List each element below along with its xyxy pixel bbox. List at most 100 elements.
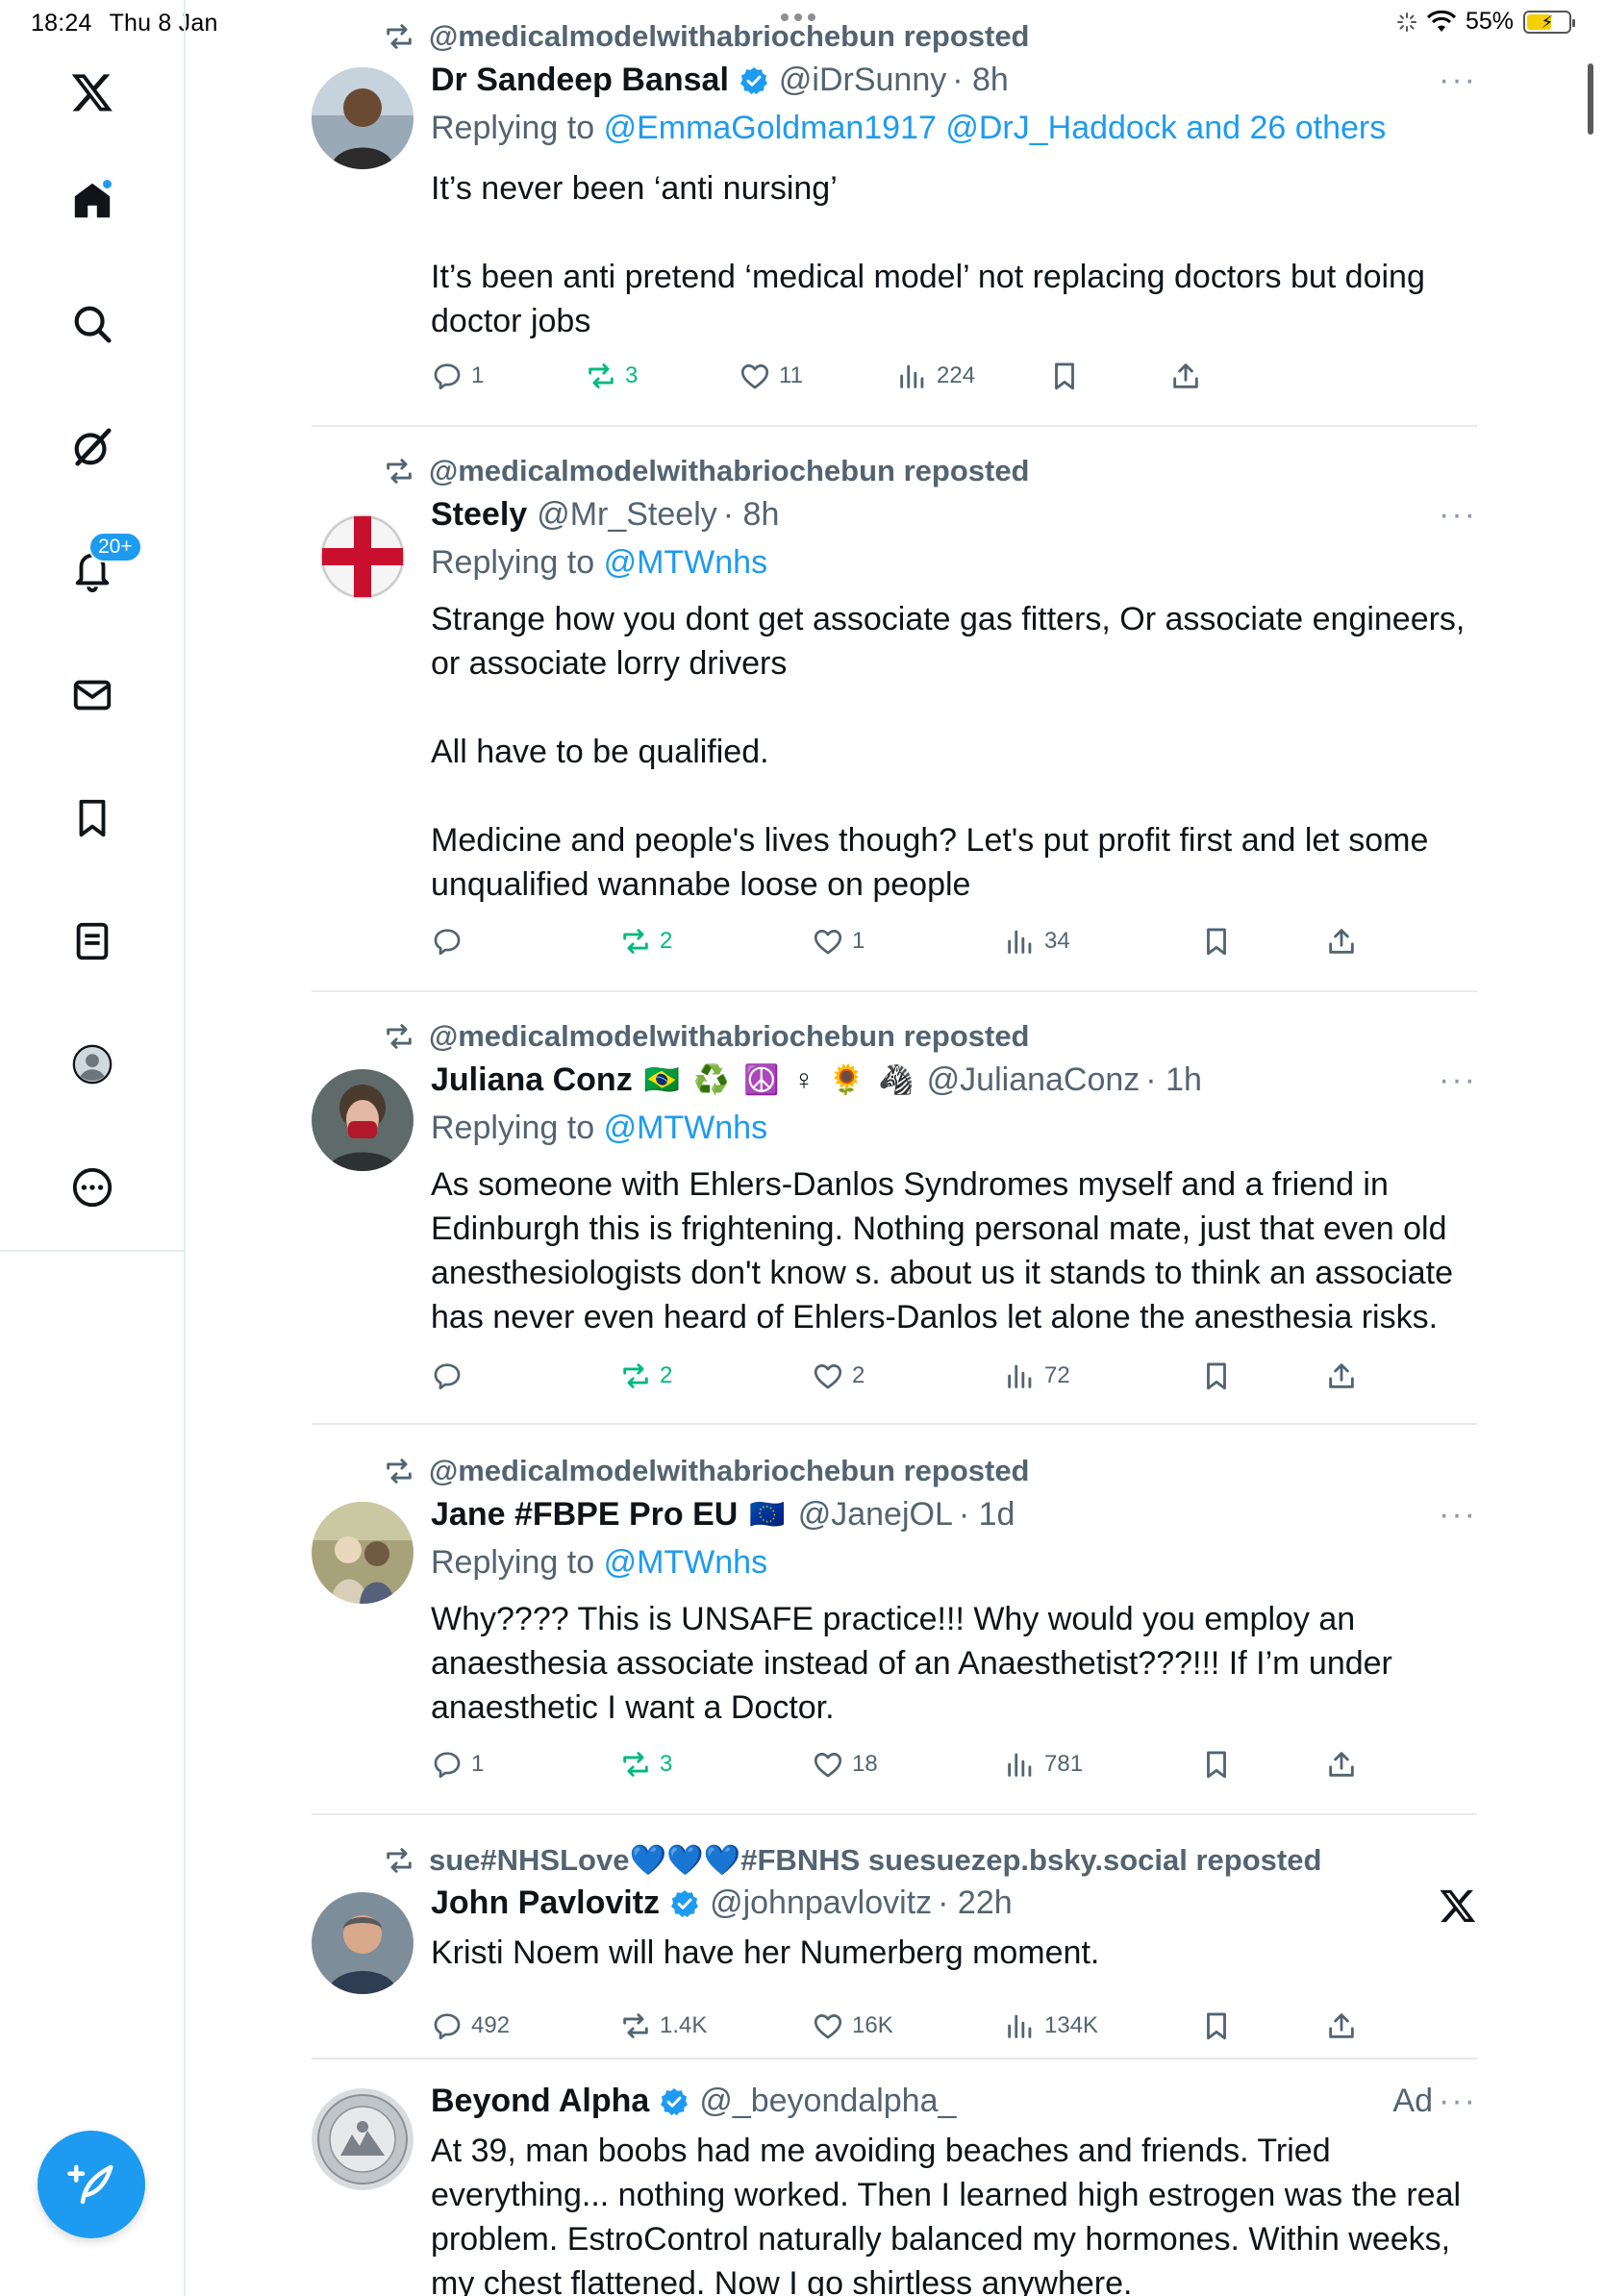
- like-button[interactable]: 18: [812, 1748, 878, 1781]
- reply-button[interactable]: 1: [431, 360, 484, 392]
- avatar[interactable]: [312, 1502, 414, 1604]
- bookmark-button[interactable]: [1200, 2009, 1241, 2042]
- more-options-icon[interactable]: ···: [1439, 62, 1477, 99]
- share-button[interactable]: [1169, 360, 1210, 392]
- messages-icon[interactable]: [63, 666, 121, 724]
- bookmark-button[interactable]: [1200, 925, 1241, 958]
- avatar[interactable]: [312, 506, 414, 608]
- display-name[interactable]: Dr Sandeep Bansal: [431, 62, 729, 99]
- bookmark-button[interactable]: [1200, 1360, 1241, 1392]
- views-button[interactable]: 781: [1004, 1748, 1083, 1781]
- tweet-text: As someone with Ehlers-Danlos Syndromes …: [431, 1166, 1454, 1335]
- name-emojis: 🇪🇺: [749, 1499, 789, 1531]
- timestamp[interactable]: · 1d: [959, 1496, 1015, 1534]
- more-options-icon[interactable]: ···: [1439, 1496, 1477, 1534]
- profile-icon[interactable]: [63, 1036, 121, 1093]
- views-button[interactable]: 34: [1004, 925, 1070, 958]
- like-button[interactable]: 11: [739, 360, 803, 392]
- bookmark-button[interactable]: [1048, 360, 1089, 392]
- verified-badge-icon: [671, 1889, 699, 1917]
- more-icon[interactable]: [63, 1159, 121, 1216]
- sidebar-border: [184, 1252, 186, 2296]
- notifications-icon[interactable]: 20+: [63, 532, 142, 599]
- display-name[interactable]: Beyond Alpha: [431, 2083, 649, 2120]
- analytics-icon: [900, 364, 924, 388]
- like-button[interactable]: 1: [812, 925, 865, 958]
- analytics-icon: [1008, 930, 1032, 954]
- logo-x-icon[interactable]: [63, 63, 121, 121]
- repost-button[interactable]: 3: [585, 360, 638, 392]
- reply-button[interactable]: 492: [431, 2009, 510, 2042]
- avatar[interactable]: [312, 2088, 414, 2190]
- views-button[interactable]: 224: [896, 360, 975, 392]
- share-icon: [1329, 1363, 1354, 1388]
- avatar[interactable]: [312, 1892, 414, 1994]
- ad-label: Ad: [1392, 2083, 1433, 2119]
- loading-icon: [1396, 12, 1416, 32]
- repost-button[interactable]: 1.4K: [619, 2009, 707, 2042]
- bookmark-icon: [1055, 362, 1074, 390]
- repost-icon: [589, 363, 614, 388]
- like-button[interactable]: 16K: [812, 2009, 893, 2042]
- display-name[interactable]: John Pavlovitz: [431, 1884, 660, 1922]
- more-options-icon[interactable]: ···: [1439, 2083, 1477, 2120]
- x-logo-icon[interactable]: [1439, 1886, 1477, 1925]
- analytics-icon: [1008, 2014, 1032, 2038]
- repost-button[interactable]: 3: [619, 1748, 672, 1781]
- tweet-text: It’s never been ‘anti nursing’ It’s been…: [431, 170, 1425, 339]
- repost-button[interactable]: 2: [619, 925, 672, 958]
- share-icon: [1329, 1752, 1354, 1777]
- reply-button[interactable]: [431, 1360, 471, 1392]
- search-icon[interactable]: [63, 295, 121, 353]
- timestamp[interactable]: · 22h: [938, 1884, 1013, 1922]
- display-name[interactable]: Jane #FBPE Pro EU: [431, 1496, 738, 1534]
- handle[interactable]: @Mr_Steely: [537, 496, 717, 534]
- timestamp[interactable]: · 1h: [1145, 1061, 1202, 1099]
- scroll-indicator[interactable]: [1588, 63, 1593, 135]
- reply-icon: [434, 1363, 461, 1390]
- reply-icon: [434, 363, 461, 390]
- bookmark-button[interactable]: [1200, 1748, 1241, 1781]
- display-name[interactable]: Juliana Conz: [431, 1061, 633, 1099]
- compose-button[interactable]: [38, 2131, 145, 2238]
- views-button[interactable]: 72: [1004, 1360, 1070, 1392]
- bookmark-icon: [1207, 1751, 1226, 1779]
- replying-to: Replying to @MTWnhs: [431, 544, 768, 581]
- reply-button[interactable]: 1: [431, 1748, 484, 1781]
- avatar[interactable]: [312, 67, 414, 169]
- share-button[interactable]: [1325, 2009, 1366, 2042]
- share-button[interactable]: [1325, 925, 1366, 958]
- share-icon: [1173, 363, 1198, 388]
- timestamp[interactable]: · 8h: [952, 62, 1009, 99]
- timestamp[interactable]: · 8h: [723, 496, 780, 534]
- bookmarks-icon[interactable]: [63, 789, 121, 847]
- reply-button[interactable]: [431, 925, 471, 958]
- handle[interactable]: @JulianaConz: [927, 1061, 1140, 1099]
- views-button[interactable]: 134K: [1004, 2009, 1098, 2042]
- share-button[interactable]: [1325, 1360, 1366, 1392]
- bookmark-icon: [1207, 2012, 1226, 2040]
- lists-icon[interactable]: [63, 912, 121, 970]
- heart-icon: [740, 364, 769, 389]
- handle[interactable]: @JanejOL: [798, 1496, 953, 1534]
- handle[interactable]: @johnpavlovitz: [710, 1884, 932, 1922]
- more-options-icon[interactable]: ···: [1439, 496, 1477, 534]
- battery-icon: ⚡: [1523, 10, 1575, 34]
- home-icon[interactable]: [63, 172, 121, 230]
- share-button[interactable]: [1325, 1748, 1366, 1781]
- repost-icon: [387, 459, 412, 484]
- more-options-icon[interactable]: ···: [1439, 1061, 1477, 1099]
- repost-button[interactable]: 2: [619, 1360, 672, 1392]
- handle[interactable]: @_beyondalpha_: [699, 2083, 956, 2120]
- name-emojis: 🇧🇷 ♻️ ☮️ ♀ 🌻 🦓: [643, 1064, 917, 1096]
- grok-icon[interactable]: [63, 418, 121, 476]
- bookmark-icon: [1207, 928, 1226, 956]
- like-button[interactable]: 2: [812, 1360, 865, 1392]
- analytics-icon: [1008, 1753, 1032, 1777]
- avatar[interactable]: [312, 1069, 414, 1171]
- heart-icon: [814, 1364, 842, 1389]
- wifi-icon: [1426, 10, 1456, 32]
- handle[interactable]: @iDrSunny: [779, 62, 946, 99]
- display-name[interactable]: Steely: [431, 496, 527, 534]
- repost-icon: [387, 24, 412, 49]
